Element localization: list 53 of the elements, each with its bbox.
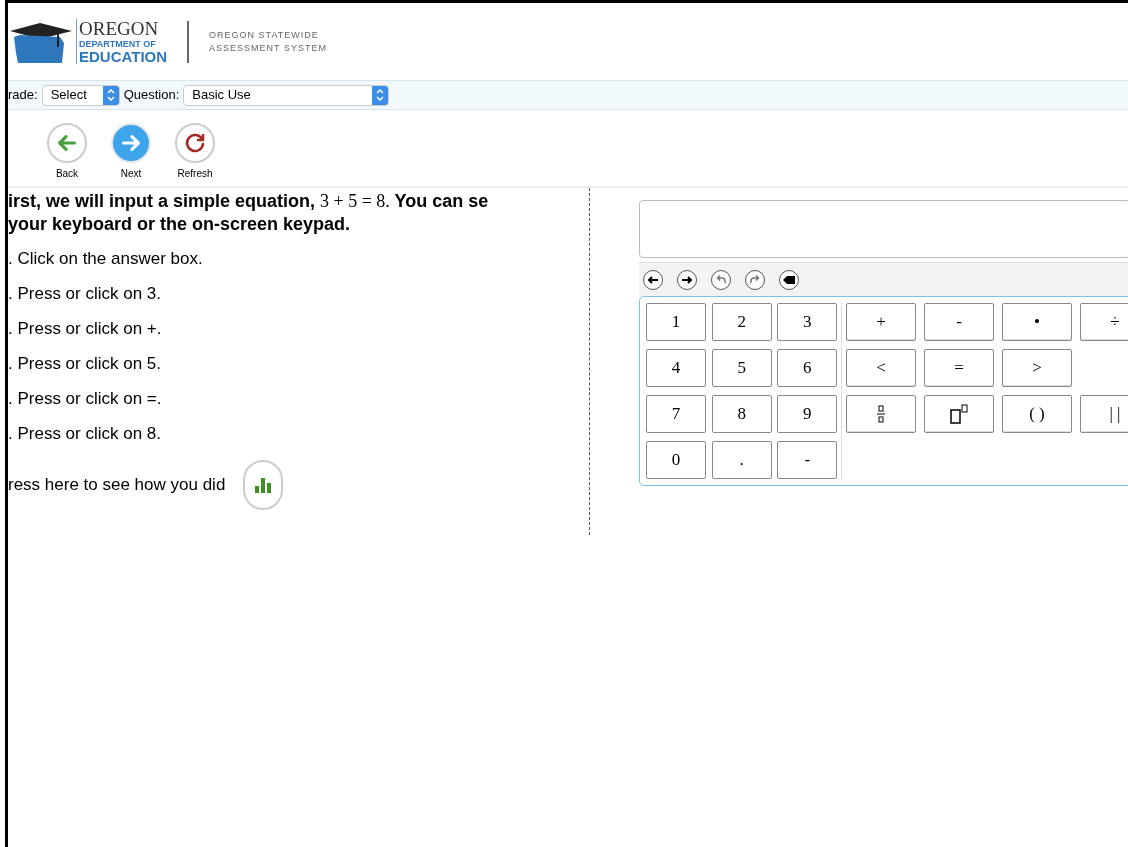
keypad-key[interactable]: >: [1002, 349, 1072, 387]
fraction-key[interactable]: [846, 395, 916, 433]
logo-subtitle: DEPARTMENT OF: [79, 40, 157, 49]
number-key[interactable]: 4: [646, 349, 706, 387]
number-key[interactable]: 8: [711, 395, 772, 433]
fraction-icon: [877, 405, 885, 423]
exponent-icon: [950, 404, 968, 424]
score-prompt: ress here to see how you did: [8, 474, 226, 497]
number-key[interactable]: 9: [777, 395, 838, 433]
right-arrow-button[interactable]: [677, 269, 697, 290]
backspace-button[interactable]: [779, 269, 799, 290]
step-text: . Press or click on 3.: [8, 283, 163, 305]
number-key[interactable]: 3: [777, 303, 838, 341]
number-key[interactable]: 6: [777, 349, 838, 387]
step-text: . Press or click on 5.: [8, 353, 163, 375]
bar-chart-icon: [255, 477, 272, 493]
logo-title: OREGON: [79, 19, 160, 38]
keypad-key[interactable]: ( ): [1002, 395, 1072, 433]
keypad-key[interactable]: | |: [1080, 395, 1128, 433]
number-key[interactable]: 1: [646, 303, 706, 341]
step-text: . Click on the answer box.: [8, 248, 204, 270]
dropdown[interactable]: Basic Use: [183, 84, 390, 106]
number-key[interactable]: 5: [711, 349, 772, 387]
keypad-key[interactable]: +: [846, 303, 916, 341]
logo-subtitle: EDUCATION: [79, 49, 168, 64]
step-text: . Press or click on 8.: [8, 423, 163, 445]
refresh-icon: [183, 131, 207, 155]
selector-label: rade:: [8, 86, 38, 105]
system-name: ASSESSMENT SYSTEM: [209, 41, 327, 55]
score-button[interactable]: [243, 460, 284, 510]
system-name: OREGON STATEWIDE: [209, 28, 320, 42]
keypad-key[interactable]: =: [924, 349, 994, 387]
step-text: . Press or click on =.: [8, 388, 163, 410]
redo-button[interactable]: [745, 269, 765, 290]
exponent-key[interactable]: [924, 395, 994, 433]
number-key[interactable]: 7: [646, 395, 706, 433]
keypad-key[interactable]: ÷: [1080, 303, 1128, 341]
undo-button[interactable]: [711, 269, 731, 290]
dropdown[interactable]: Select: [41, 84, 120, 106]
number-key[interactable]: 0: [646, 441, 706, 479]
step-text: . Press or click on +.: [8, 318, 163, 340]
number-key[interactable]: 2: [711, 303, 772, 341]
next-arrow-icon: [120, 132, 142, 154]
keypad-key[interactable]: <: [846, 349, 916, 387]
instruction-text: irst, we will input a simple equation, 3 + 5 = 8. You can se your keyboard or the on-screen keypad.: [8, 190, 490, 236]
keypad-key[interactable]: •: [1002, 303, 1072, 341]
number-key[interactable]: -: [777, 441, 838, 479]
number-key[interactable]: .: [711, 441, 772, 479]
answer-input-field[interactable]: [639, 200, 1128, 258]
selector-label: Question:: [123, 86, 180, 105]
left-arrow-button[interactable]: [643, 269, 663, 290]
keypad-key[interactable]: -: [924, 303, 994, 341]
back-arrow-icon: [56, 132, 78, 154]
